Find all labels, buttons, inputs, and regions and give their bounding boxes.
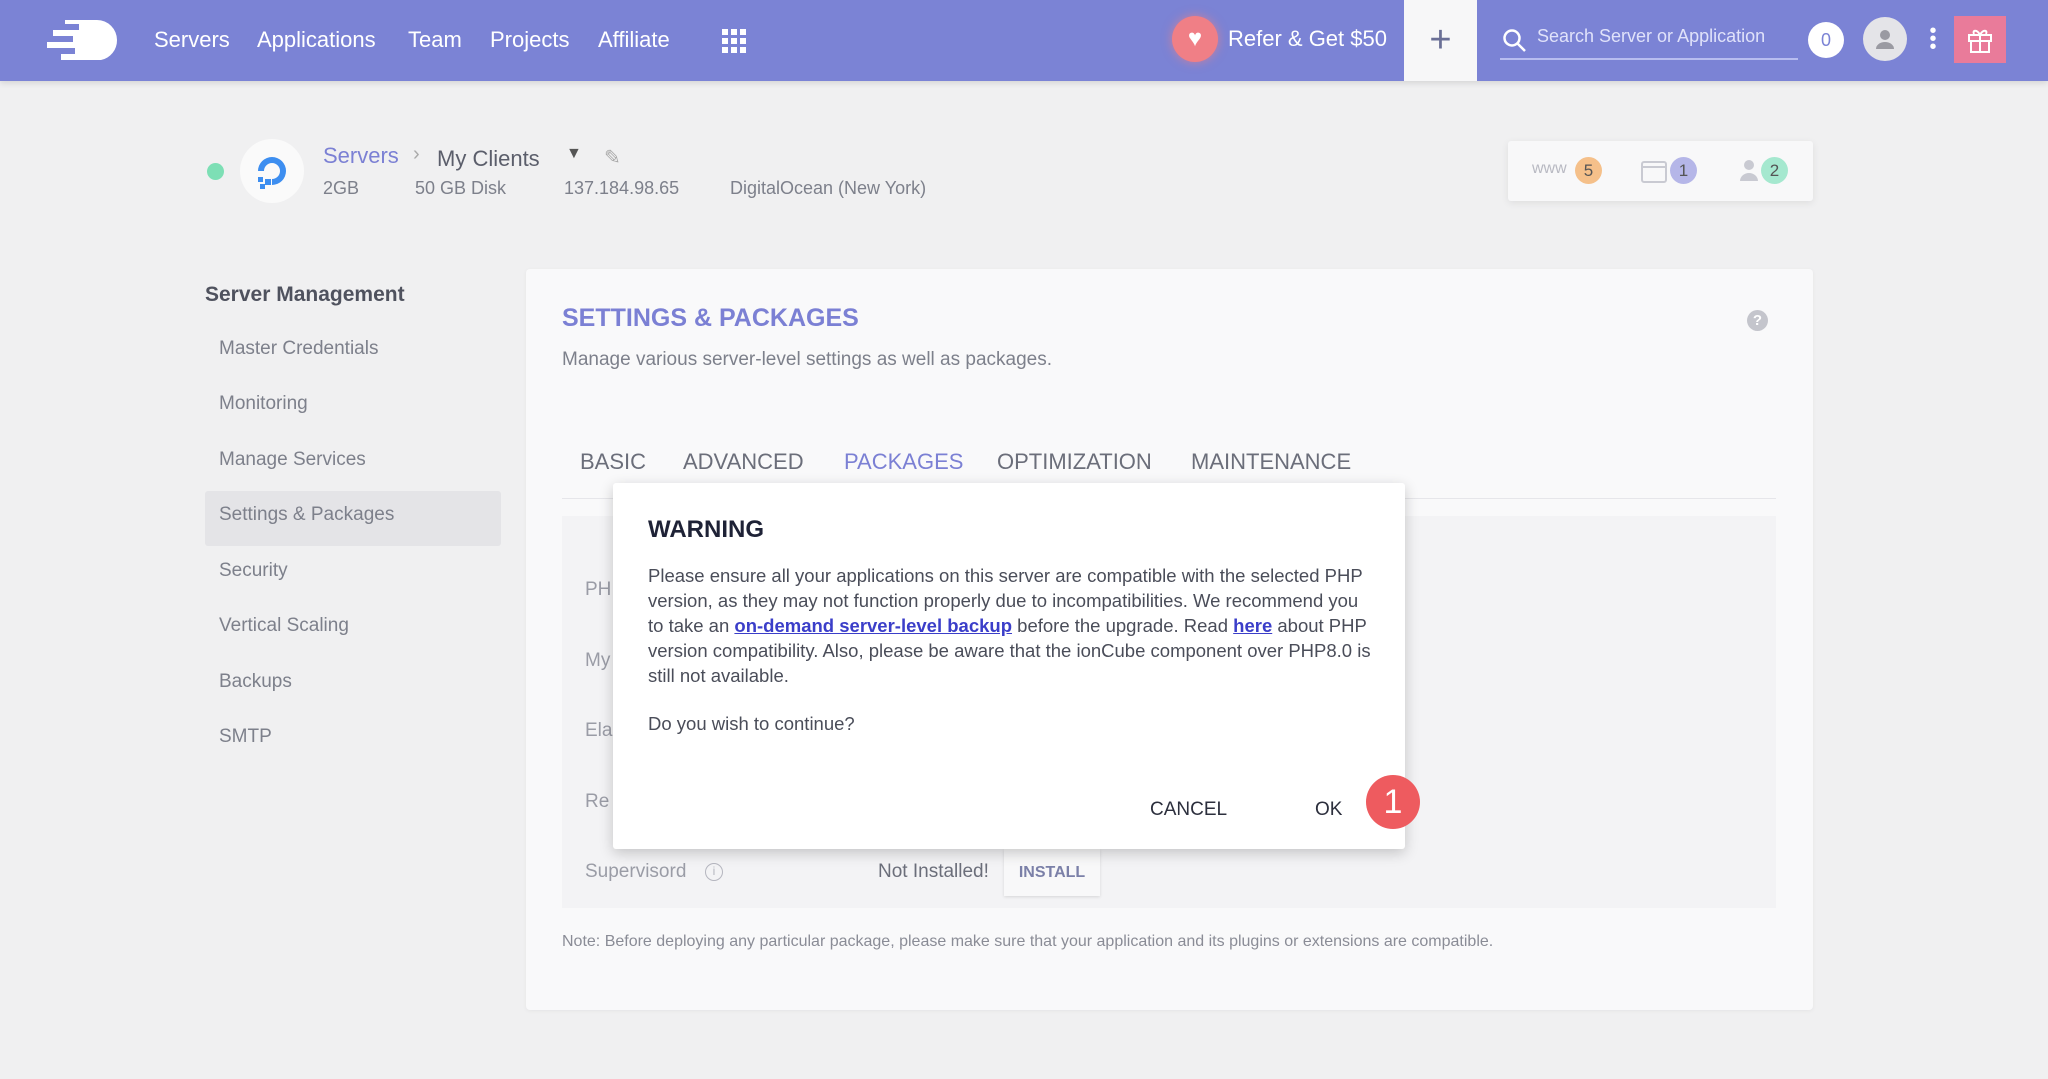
- sidebar-title: Server Management: [205, 283, 405, 306]
- folder-icon: [1641, 161, 1667, 183]
- digitalocean-logo: [240, 139, 304, 203]
- www-icon: www: [1532, 160, 1567, 177]
- help-icon[interactable]: ?: [1747, 310, 1768, 331]
- supervisord-status: Not Installed!: [878, 861, 989, 882]
- cancel-button[interactable]: CANCEL: [1150, 799, 1227, 821]
- sidebar-item-smtp[interactable]: SMTP: [219, 726, 272, 748]
- page-title: SETTINGS & PACKAGES: [562, 304, 859, 332]
- cloudways-logo[interactable]: [39, 18, 127, 62]
- breadcrumb-servers[interactable]: Servers: [323, 143, 399, 169]
- server-provider: DigitalOcean (New York): [730, 178, 927, 198]
- sidebar-item-security[interactable]: Security: [219, 560, 288, 582]
- package-label-mysql: My: [585, 650, 611, 671]
- team-icon: [1740, 160, 1758, 181]
- server-name: My Clients: [437, 146, 540, 171]
- refer-link[interactable]: Refer & Get $50: [1228, 26, 1387, 52]
- info-icon[interactable]: i: [705, 863, 723, 881]
- search-input[interactable]: [1537, 26, 1792, 47]
- search-icon: [1503, 29, 1526, 52]
- ok-button[interactable]: OK: [1315, 799, 1342, 821]
- user-icon: [1876, 30, 1894, 49]
- chevron-right-icon: ›: [413, 143, 420, 165]
- backup-link[interactable]: on-demand server-level backup: [734, 615, 1012, 636]
- tab-optimization[interactable]: OPTIMIZATION: [997, 449, 1152, 475]
- nav-servers[interactable]: Servers: [154, 27, 230, 53]
- nav-team[interactable]: Team: [408, 27, 462, 53]
- tab-advanced[interactable]: ADVANCED: [683, 449, 804, 475]
- gift-icon[interactable]: [1954, 16, 2006, 63]
- server-ip: 137.184.98.65: [564, 178, 680, 198]
- server-ram: 2GB: [323, 178, 360, 198]
- avatar[interactable]: [1863, 17, 1907, 61]
- top-nav: Servers Applications Team Projects Affil…: [0, 0, 2048, 81]
- nav-applications[interactable]: Applications: [257, 27, 376, 53]
- more-menu-icon[interactable]: • • •: [1929, 21, 1937, 57]
- page-subtitle: Manage various server-level settings as …: [562, 349, 1053, 370]
- package-label-supervisord: Supervisord: [585, 861, 687, 882]
- package-label-redis: Re: [585, 791, 610, 812]
- message-text: before the upgrade. Read: [1012, 615, 1234, 636]
- sidebar-item-backups[interactable]: Backups: [219, 671, 292, 693]
- nav-affiliate[interactable]: Affiliate: [598, 27, 670, 53]
- sidebar-item-settings-packages[interactable]: Settings & Packages: [219, 504, 394, 526]
- package-label-elasticsearch: Ela: [585, 720, 613, 741]
- sidebar-item-monitoring[interactable]: Monitoring: [219, 393, 308, 415]
- tab-packages[interactable]: PACKAGES: [844, 449, 963, 475]
- notification-count[interactable]: 0: [1808, 22, 1844, 58]
- members-count[interactable]: 2: [1761, 157, 1788, 184]
- server-status-dot: [207, 163, 224, 180]
- dialog-question: Do you wish to continue?: [648, 713, 855, 734]
- tab-basic[interactable]: BASIC: [580, 449, 646, 475]
- install-button[interactable]: INSTALL: [1004, 849, 1100, 896]
- server-disk: 50 GB Disk: [415, 178, 507, 198]
- dropdown-caret-icon[interactable]: ▼: [566, 145, 582, 163]
- projects-count[interactable]: 1: [1670, 157, 1697, 184]
- packages-note: Note: Before deploying any particular pa…: [562, 933, 1494, 950]
- sidebar-item-master-credentials[interactable]: Master Credentials: [219, 338, 378, 360]
- search-box: [1500, 22, 1798, 60]
- add-button[interactable]: +: [1404, 0, 1477, 81]
- apps-grid-icon[interactable]: [722, 29, 746, 53]
- tab-maintenance[interactable]: MAINTENANCE: [1191, 449, 1351, 475]
- heart-icon[interactable]: ♥: [1172, 16, 1218, 62]
- nav-projects[interactable]: Projects: [490, 27, 569, 53]
- server-stats: www 5 1 2: [1508, 141, 1813, 201]
- edit-pencil-icon[interactable]: ✎: [604, 145, 621, 170]
- dialog-message: Please ensure all your applications on t…: [648, 563, 1378, 688]
- package-label-php: PH: [585, 579, 612, 600]
- sidebar-item-vertical-scaling[interactable]: Vertical Scaling: [219, 615, 349, 637]
- apps-count[interactable]: 5: [1575, 157, 1602, 184]
- step-badge: 1: [1366, 775, 1420, 829]
- php-compatibility-link[interactable]: here: [1233, 615, 1272, 636]
- warning-dialog: WARNING Please ensure all your applicati…: [613, 483, 1405, 849]
- dialog-title: WARNING: [648, 516, 764, 543]
- sidebar-item-manage-services[interactable]: Manage Services: [219, 449, 366, 471]
